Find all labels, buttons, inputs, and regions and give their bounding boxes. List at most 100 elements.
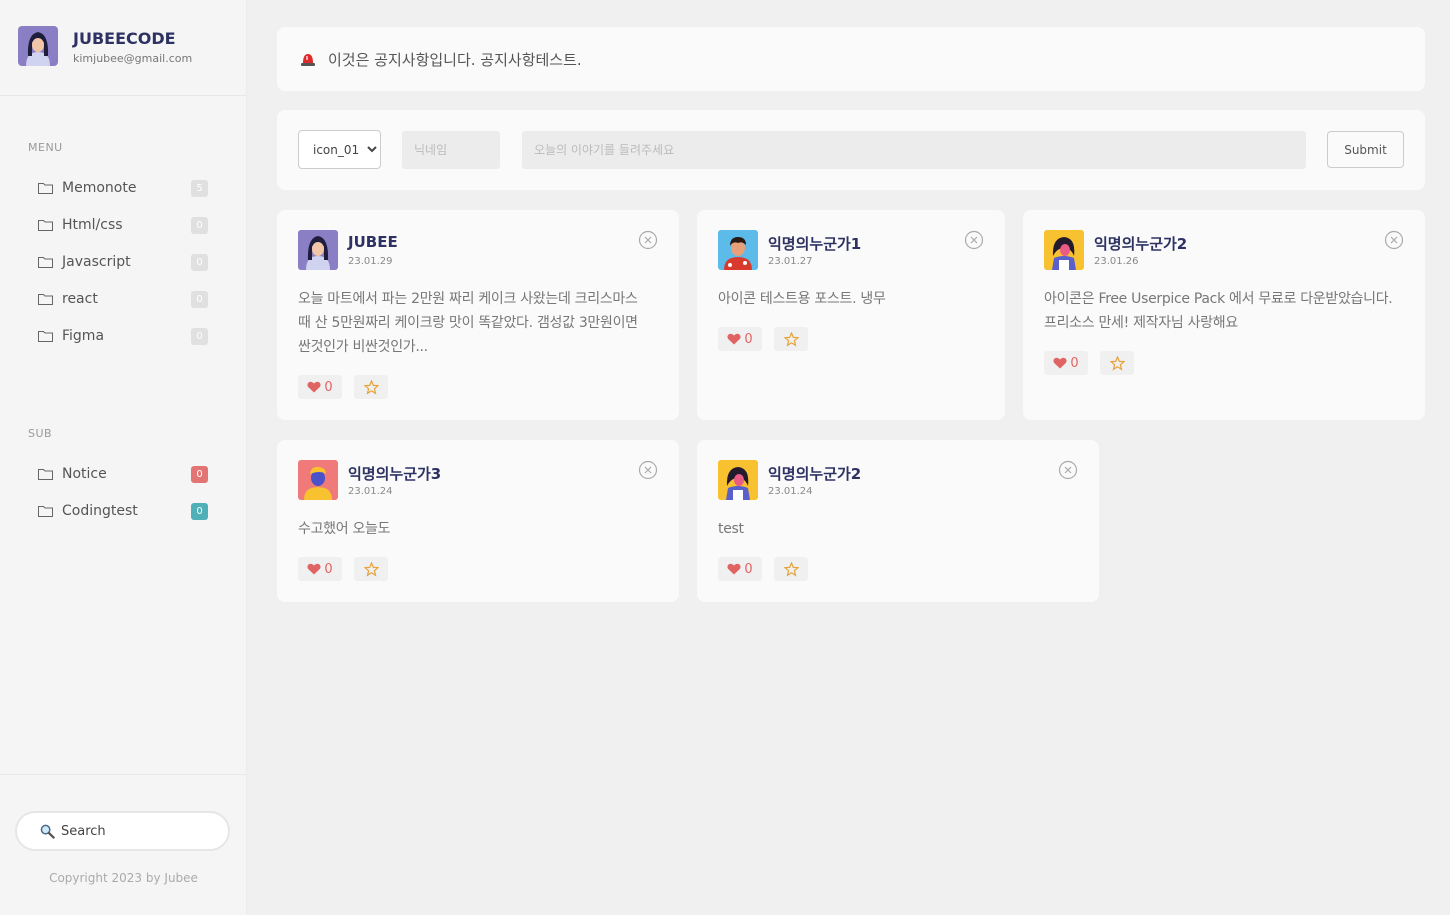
- search-box[interactable]: [15, 811, 230, 851]
- notice-text: 이것은 공지사항입니다. 공지사항테스트.: [328, 51, 582, 69]
- bookmark-button[interactable]: [774, 557, 808, 581]
- post-date: 23.01.27: [768, 256, 813, 267]
- post-date: 23.01.26: [1094, 256, 1139, 267]
- search-input[interactable]: [61, 823, 211, 839]
- bookmark-button[interactable]: [354, 375, 388, 399]
- close-icon[interactable]: [964, 230, 984, 250]
- post-author: JUBEE: [348, 233, 398, 251]
- folder-icon: [38, 469, 53, 480]
- sidebar-item-label: Figma: [62, 328, 105, 344]
- post-body: 아이콘은 Free Userpice Pack 에서 무료로 다운받았습니다. …: [1044, 287, 1393, 335]
- post-card: 익명의누군가2 23.01.26 아이콘은 Free Userpice Pack…: [1023, 210, 1425, 420]
- post-body-line: 때 산 5만원짜리 케이크랑 맛이 똑같았다. 갬성값 3만원이면: [298, 315, 638, 331]
- notice-bar: 이것은 공지사항입니다. 공지사항테스트.: [277, 27, 1425, 91]
- count-badge: 5: [191, 179, 208, 197]
- post-form: icon_01 Submit: [277, 110, 1425, 190]
- like-button[interactable]: 0: [718, 327, 762, 351]
- copyright: Copyright 2023 by Jubee: [49, 871, 198, 885]
- sub-section-title: SUB: [28, 427, 53, 440]
- post-body-line: 수고했어 오늘도: [298, 521, 391, 537]
- sidebar-item-javascript[interactable]: Javascript 0: [38, 250, 208, 274]
- avatar: [1044, 230, 1084, 270]
- profile-email: kimjubee@gmail.com: [73, 52, 193, 65]
- submit-button[interactable]: Submit: [1327, 131, 1404, 168]
- folder-icon: [38, 331, 53, 342]
- sidebar-item-figma[interactable]: Figma 0: [38, 324, 208, 348]
- avatar: [298, 460, 338, 500]
- like-count: 0: [744, 561, 753, 577]
- folder-icon: [38, 294, 53, 305]
- post-date: 23.01.24: [348, 486, 393, 497]
- count-badge: 0: [191, 216, 208, 234]
- post-author: 익명의누군가3: [348, 465, 442, 483]
- avatar: [298, 230, 338, 270]
- story-input[interactable]: [522, 131, 1306, 169]
- close-icon[interactable]: [638, 460, 658, 480]
- search-icon: [40, 824, 55, 839]
- post-body: 수고했어 오늘도: [298, 517, 391, 541]
- like-count: 0: [744, 331, 753, 347]
- heart-icon: [307, 563, 321, 575]
- like-button[interactable]: 0: [718, 557, 762, 581]
- star-icon: [363, 561, 379, 577]
- bookmark-button[interactable]: [354, 557, 388, 581]
- count-badge: 0: [191, 253, 208, 271]
- close-icon[interactable]: [1058, 460, 1078, 480]
- count-badge: 0: [191, 327, 208, 345]
- sidebar-item-label: Html/css: [62, 217, 123, 233]
- heart-icon: [727, 563, 741, 575]
- post-date: 23.01.29: [348, 256, 393, 267]
- like-count: 0: [1070, 355, 1079, 371]
- profile-name: JUBEECODE: [73, 29, 176, 48]
- post-card: 익명의누군가2 23.01.24 test 0: [697, 440, 1099, 602]
- avatar: [718, 460, 758, 500]
- star-icon: [1109, 355, 1125, 371]
- heart-icon: [727, 333, 741, 345]
- sidebar-item-label: Javascript: [62, 254, 131, 270]
- menu-section-title: MENU: [28, 141, 63, 154]
- like-button[interactable]: 0: [298, 557, 342, 581]
- folder-icon: [38, 257, 53, 268]
- post-body-line: 오늘 마트에서 파는 2만원 짜리 케이크 사왔는데 크리스마스: [298, 291, 638, 307]
- profile-header: JUBEECODE kimjubee@gmail.com: [0, 0, 246, 96]
- post-card: 익명의누군가1 23.01.27 아이콘 테스트용 포스트. 냉무 0: [697, 210, 1005, 420]
- post-date: 23.01.24: [768, 486, 813, 497]
- post-author: 익명의누군가2: [768, 465, 862, 483]
- sidebar: JUBEECODE kimjubee@gmail.com MENU Memono…: [0, 0, 247, 915]
- bookmark-button[interactable]: [774, 327, 808, 351]
- folder-icon: [38, 183, 53, 194]
- bookmark-button[interactable]: [1100, 351, 1134, 375]
- post-author: 익명의누군가2: [1094, 235, 1188, 253]
- star-icon: [363, 379, 379, 395]
- close-icon[interactable]: [1384, 230, 1404, 250]
- icon-select[interactable]: icon_01: [298, 130, 381, 169]
- like-count: 0: [324, 379, 333, 395]
- sidebar-item-react[interactable]: react 0: [38, 287, 208, 311]
- like-button[interactable]: 0: [1044, 351, 1088, 375]
- sidebar-item-label: react: [62, 291, 98, 307]
- post-body-line: 싼것인가 비싼것인가...: [298, 339, 428, 355]
- sidebar-item-codingtest[interactable]: Codingtest 0: [38, 499, 208, 523]
- post-body-line: 아이콘은 Free Userpice Pack 에서 무료로 다운받았습니다.: [1044, 291, 1393, 307]
- nickname-input[interactable]: [402, 131, 500, 169]
- sidebar-item-memonote[interactable]: Memonote 5: [38, 176, 208, 200]
- post-author: 익명의누군가1: [768, 235, 862, 253]
- count-badge: 0: [191, 502, 208, 520]
- heart-icon: [307, 381, 321, 393]
- folder-icon: [38, 220, 53, 231]
- heart-icon: [1053, 357, 1067, 369]
- post-body-line: 프리소스 만세! 제작자님 사랑해요: [1044, 315, 1238, 331]
- folder-icon: [38, 506, 53, 517]
- post-card: 익명의누군가3 23.01.24 수고했어 오늘도 0: [277, 440, 679, 602]
- sidebar-item-notice[interactable]: Notice 0: [38, 462, 208, 486]
- count-badge: 0: [191, 465, 208, 483]
- post-body-line: test: [718, 521, 744, 537]
- close-icon[interactable]: [638, 230, 658, 250]
- sidebar-item-label: Codingtest: [62, 503, 138, 519]
- count-badge: 0: [191, 290, 208, 308]
- profile-avatar[interactable]: [18, 26, 58, 66]
- like-button[interactable]: 0: [298, 375, 342, 399]
- post-card: JUBEE 23.01.29 오늘 마트에서 파는 2만원 짜리 케이크 사왔는…: [277, 210, 679, 420]
- sidebar-item-htmlcss[interactable]: Html/css 0: [38, 213, 208, 237]
- post-body: 아이콘 테스트용 포스트. 냉무: [718, 287, 886, 311]
